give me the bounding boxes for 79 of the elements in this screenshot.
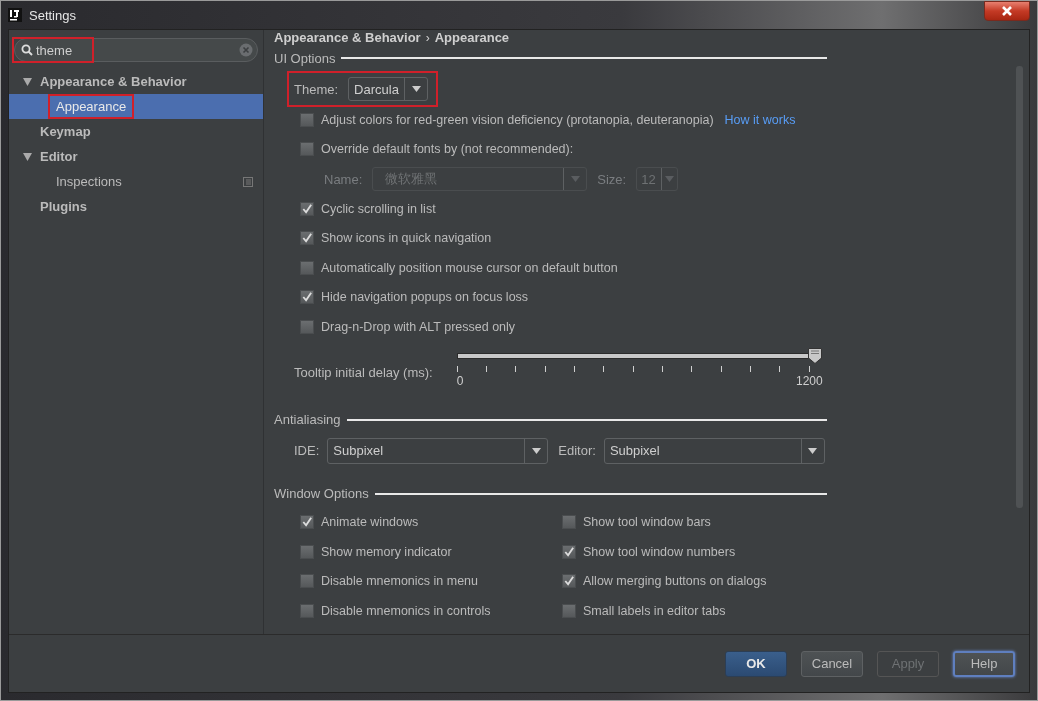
expand-arrow-icon: [23, 152, 32, 161]
checkbox-label: Show memory indicator: [321, 544, 452, 559]
item-label: Appearance & Behavior: [39, 73, 188, 91]
checkbox[interactable]: [300, 112, 314, 127]
field-label: Theme:: [294, 81, 339, 97]
item-label: Appearance: [50, 96, 133, 117]
dropdown[interactable]: Subpixel: [327, 437, 549, 464]
breadcrumb-item: Appearance: [434, 30, 510, 45]
checkbox-label: Drag-n-Drop with ALT pressed only: [321, 319, 516, 334]
checkbox[interactable]: [300, 515, 314, 530]
search-field[interactable]: theme: [14, 38, 258, 62]
checkbox[interactable]: [562, 574, 576, 589]
checkbox-label: Override default fonts by (not recommended):: [321, 142, 574, 157]
close-button[interactable]: [984, 1, 1030, 21]
checkbox[interactable]: [300, 603, 314, 618]
section-title: Window Options: [274, 486, 369, 501]
dialog-button[interactable]: OK: [725, 650, 787, 677]
field-label: IDE:: [294, 443, 320, 458]
tree-item[interactable]: Plugins: [9, 194, 263, 219]
dropdown-arrow-icon: [531, 447, 541, 454]
item-label: Editor: [39, 148, 79, 166]
item-label: Plugins: [39, 198, 88, 216]
tree-item[interactable]: Inspections: [9, 169, 263, 194]
checkbox-label: Automatically position mouse cursor on default button: [321, 260, 618, 275]
dropdown-arrow-icon: [808, 447, 818, 454]
dropdown-arrow-icon: [664, 176, 674, 182]
checkbox-label: Show icons in quick navigation: [321, 231, 492, 246]
item-label: Inspections: [55, 173, 123, 191]
checkbox-label: Disable mnemonics in controls: [321, 603, 491, 618]
checkbox-label: Show tool window numbers: [583, 544, 736, 559]
app-logo-icon: [8, 8, 22, 22]
tick-label: 1200: [796, 373, 823, 388]
tree-item[interactable]: Appearance & Behavior: [9, 69, 263, 94]
close-icon: [1001, 6, 1013, 16]
checkbox-label: Show tool window bars: [583, 515, 711, 530]
slider[interactable]: [456, 347, 822, 364]
checkbox[interactable]: [300, 142, 314, 157]
field-label: Size:: [597, 171, 627, 187]
checkbox[interactable]: [300, 231, 314, 246]
checkbox[interactable]: [300, 201, 314, 216]
dropdown[interactable]: Darcula: [348, 77, 429, 101]
item-label: Keymap: [39, 123, 92, 141]
checkbox[interactable]: [300, 319, 314, 334]
checkbox[interactable]: [562, 603, 576, 618]
window-title: Settings: [29, 7, 76, 23]
dropdown-arrow-icon: [570, 176, 580, 182]
checkbox[interactable]: [300, 544, 314, 559]
checkbox[interactable]: [562, 515, 576, 530]
tick-label: 0: [456, 373, 464, 388]
tree-item[interactable]: Appearance: [9, 94, 263, 119]
checkbox[interactable]: [562, 544, 576, 559]
breadcrumb-separator: ›: [425, 30, 430, 45]
clear-icon: [239, 43, 253, 57]
tree-item[interactable]: Editor: [9, 144, 263, 169]
slider-thumb[interactable]: [807, 347, 822, 364]
checkbox[interactable]: [300, 290, 314, 305]
slider-label: Tooltip initial delay (ms):: [294, 365, 433, 380]
section-title: UI Options: [274, 50, 336, 66]
checkbox-label: Allow merging buttons on dialogs: [583, 574, 767, 589]
checkbox-label: Animate windows: [321, 515, 419, 530]
breadcrumb-item: Appearance & Behavior: [274, 30, 421, 45]
search-icon: [21, 44, 33, 56]
dropdown-arrow-icon: [411, 86, 421, 92]
dialog-button[interactable]: Help: [953, 650, 1015, 677]
checkbox[interactable]: [300, 260, 314, 275]
tree-item[interactable]: Keymap: [9, 119, 263, 144]
checkbox[interactable]: [300, 574, 314, 589]
field-label: Name:: [324, 171, 363, 187]
expand-arrow-icon: [23, 77, 32, 86]
dialog-button[interactable]: Cancel: [801, 650, 863, 677]
link[interactable]: How it works: [724, 112, 796, 127]
checkbox-label: Small labels in editor tabs: [583, 603, 726, 618]
checkbox-label: Hide navigation popups on focus loss: [321, 290, 529, 305]
checkbox-label: Disable mnemonics in menu: [321, 574, 478, 589]
dropdown[interactable]: Subpixel: [603, 437, 825, 464]
section-title: Antialiasing: [274, 412, 341, 427]
field-label: Editor:: [558, 443, 596, 458]
checkbox-label: Adjust colors for red-green vision deficiency (protanopia, deuteranopia): [321, 112, 714, 127]
checkbox-label: Cyclic scrolling in list: [321, 201, 436, 216]
